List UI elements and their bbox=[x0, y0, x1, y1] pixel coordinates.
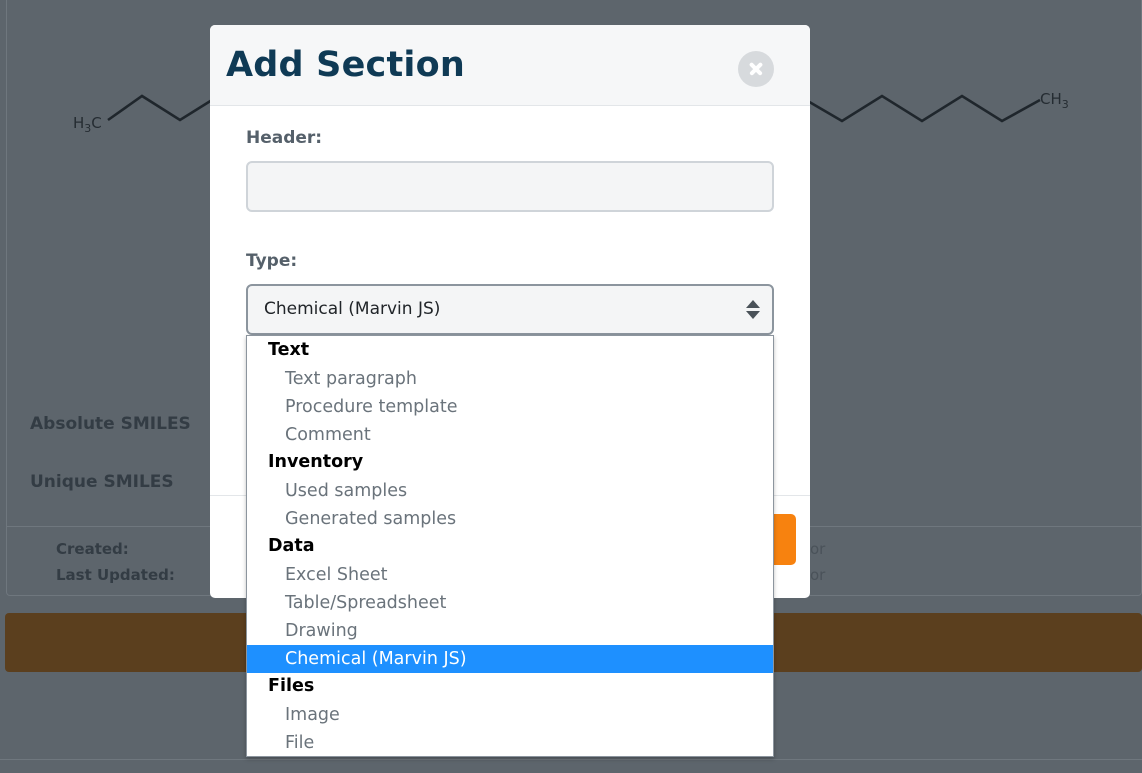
option-image[interactable]: Image bbox=[247, 701, 773, 729]
last-updated-label: Last Updated: bbox=[56, 566, 175, 584]
option-text-paragraph[interactable]: Text paragraph bbox=[247, 365, 773, 393]
molecule-left-c: C bbox=[91, 114, 101, 132]
optgroup-inventory: Inventory bbox=[268, 452, 364, 472]
option-comment[interactable]: Comment bbox=[247, 421, 773, 449]
type-select[interactable]: Chemical (Marvin JS) bbox=[246, 284, 774, 335]
created-label: Created: bbox=[56, 540, 129, 558]
modal-title: Add Section bbox=[226, 45, 465, 85]
created-value: or bbox=[810, 540, 826, 558]
molecule-right-chain bbox=[805, 94, 1041, 123]
unique-smiles-label: Unique SMILES bbox=[30, 472, 174, 492]
option-drawing[interactable]: Drawing bbox=[247, 617, 773, 645]
header-label: Header: bbox=[246, 128, 323, 148]
close-icon[interactable] bbox=[738, 51, 774, 87]
molecule-left-chain bbox=[107, 94, 213, 122]
optgroup-data: Data bbox=[268, 536, 315, 556]
option-procedure-template[interactable]: Procedure template bbox=[247, 393, 773, 421]
absolute-smiles-label: Absolute SMILES bbox=[30, 414, 191, 434]
option-excel-sheet[interactable]: Excel Sheet bbox=[247, 561, 773, 589]
updated-value: or bbox=[810, 566, 826, 584]
background-bottom-divider bbox=[0, 759, 1142, 760]
select-arrows-icon bbox=[746, 300, 760, 320]
type-dropdown-list: Text Text paragraph Procedure template C… bbox=[246, 335, 774, 757]
header-input[interactable] bbox=[246, 161, 774, 212]
molecule-left-h: H bbox=[73, 114, 84, 132]
molecule-left-sub: 3 bbox=[84, 122, 91, 135]
molecule-left-label: H3C bbox=[73, 114, 102, 135]
molecule-right-label: CH3 bbox=[1040, 90, 1069, 111]
option-chemical-marvin-js[interactable]: Chemical (Marvin JS) bbox=[247, 645, 773, 673]
optgroup-files: Files bbox=[268, 676, 315, 696]
option-used-samples[interactable]: Used samples bbox=[247, 477, 773, 505]
type-label: Type: bbox=[246, 251, 298, 271]
submit-button[interactable] bbox=[774, 514, 796, 565]
option-table-spreadsheet[interactable]: Table/Spreadsheet bbox=[247, 589, 773, 617]
molecule-right-sub: 3 bbox=[1062, 98, 1069, 111]
type-select-value: Chemical (Marvin JS) bbox=[264, 299, 441, 319]
molecule-right-ch: CH bbox=[1040, 90, 1062, 108]
option-generated-samples[interactable]: Generated samples bbox=[247, 505, 773, 533]
optgroup-text: Text bbox=[268, 340, 310, 360]
modal-header: Add Section bbox=[210, 25, 810, 106]
option-file[interactable]: File bbox=[247, 729, 773, 757]
